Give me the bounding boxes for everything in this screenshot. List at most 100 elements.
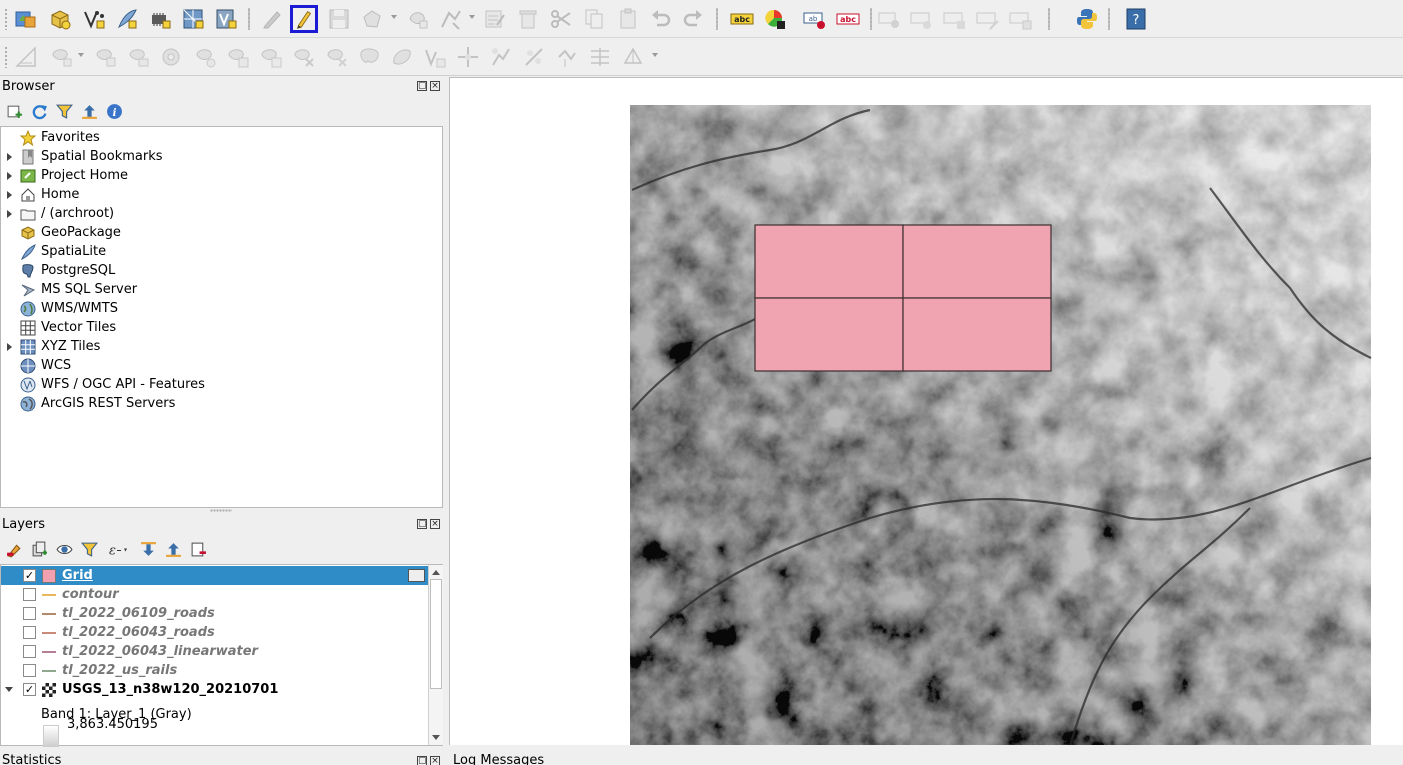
- toggle-editing-icon[interactable]: [290, 5, 318, 33]
- digitize-polygon-icon[interactable]: [358, 5, 386, 33]
- expand-arrow-icon[interactable]: [1, 209, 17, 218]
- browser-item[interactable]: / (archroot): [1, 204, 114, 223]
- rotate-point-symbols-icon[interactable]: [421, 43, 449, 71]
- merge-features-icon[interactable]: [356, 43, 384, 71]
- layer-visibility-checkbox[interactable]: [23, 588, 36, 601]
- pin-unpin-labels-icon[interactable]: abc: [834, 5, 862, 33]
- vertex-editor-icon[interactable]: [437, 5, 465, 33]
- filter-legend-icon[interactable]: [77, 539, 102, 559]
- open-data-source-manager-icon[interactable]: [12, 5, 40, 33]
- layer-visibility-checkbox[interactable]: ✓: [23, 569, 36, 582]
- save-edits-icon[interactable]: [325, 5, 353, 33]
- paste-features-icon[interactable]: [614, 5, 642, 33]
- scroll-down-icon[interactable]: [432, 735, 440, 740]
- align-features-icon[interactable]: [586, 43, 614, 71]
- browser-item[interactable]: Project Home: [1, 166, 128, 185]
- help-icon[interactable]: ?: [1122, 5, 1150, 33]
- filter-icon[interactable]: [52, 101, 77, 121]
- split-features-icon[interactable]: [290, 43, 318, 71]
- browser-item[interactable]: ArcGIS REST Servers: [1, 394, 175, 413]
- collapse-all-icon[interactable]: [77, 101, 102, 121]
- grid-cell[interactable]: [902, 224, 1052, 299]
- remove-layer-icon[interactable]: [186, 539, 211, 559]
- map-canvas[interactable]: [449, 77, 1403, 745]
- layer-visibility-checkbox[interactable]: [23, 645, 36, 658]
- rotate-label-icon[interactable]: [941, 5, 969, 33]
- browser-tree[interactable]: Favorites Spatial Bookmarks Project Home Ho…: [0, 126, 443, 508]
- collapse-all-icon[interactable]: [161, 539, 186, 559]
- scroll-up-icon[interactable]: [432, 570, 440, 575]
- layer-labeling-icon[interactable]: abc: [728, 5, 756, 33]
- layer-visibility-checkbox[interactable]: [23, 664, 36, 677]
- split-parts-icon[interactable]: [323, 43, 351, 71]
- delete-part-icon[interactable]: [192, 43, 220, 71]
- new-shapefile-layer-icon[interactable]: [80, 5, 108, 33]
- scroll-thumb[interactable]: [430, 579, 442, 689]
- expand-all-icon[interactable]: [136, 539, 161, 559]
- shape-digitize-icon[interactable]: [619, 43, 647, 71]
- expand-arrow-icon[interactable]: [1, 152, 17, 161]
- close-panel-icon[interactable]: ×: [430, 81, 440, 91]
- simplify-features-icon[interactable]: [553, 43, 581, 71]
- reshape-features-icon[interactable]: [224, 43, 252, 71]
- expand-arrow-icon[interactable]: [1, 342, 17, 351]
- layer-row[interactable]: ✓ Grid: [1, 566, 429, 585]
- splitter-handle[interactable]: [210, 509, 232, 512]
- grid-cell[interactable]: [754, 224, 904, 299]
- browser-item[interactable]: PostgreSQL: [1, 261, 115, 280]
- change-label-icon[interactable]: [974, 5, 1002, 33]
- undo-icon[interactable]: [647, 5, 675, 33]
- browser-item[interactable]: MS SQL Server: [1, 280, 137, 299]
- layers-tree[interactable]: ✓ Grid contour tl_2022_06109_roads tl_2022_0…: [0, 564, 443, 747]
- info-icon[interactable]: i: [102, 101, 127, 121]
- new-geopackage-layer-icon[interactable]: [46, 5, 74, 33]
- filter-by-expression-icon[interactable]: ε: [102, 539, 136, 559]
- layer-row[interactable]: tl_2022_06043_roads: [1, 623, 429, 642]
- collapse-arrow-icon[interactable]: [5, 687, 13, 692]
- chevron-down-icon[interactable]: [391, 15, 397, 19]
- fill-ring-icon[interactable]: [125, 43, 153, 71]
- browser-item[interactable]: Home: [1, 185, 79, 204]
- float-panel-icon[interactable]: ▢: [417, 519, 427, 529]
- chevron-down-icon[interactable]: [652, 53, 658, 57]
- new-mesh-layer-icon[interactable]: [179, 5, 207, 33]
- offset-curve-icon[interactable]: [257, 43, 285, 71]
- expand-arrow-icon[interactable]: [1, 171, 17, 180]
- layer-visibility-checkbox[interactable]: [23, 607, 36, 620]
- layer-visibility-checkbox[interactable]: ✓: [23, 683, 36, 696]
- delete-selected-icon[interactable]: [514, 5, 542, 33]
- current-edits-icon[interactable]: [258, 5, 286, 33]
- layer-row[interactable]: contour: [1, 585, 429, 604]
- chevron-down-icon[interactable]: [469, 15, 475, 19]
- add-group-icon[interactable]: [27, 539, 52, 559]
- modify-attributes-icon[interactable]: [481, 5, 509, 33]
- python-console-icon[interactable]: [1073, 5, 1101, 33]
- vertex-tool-icon[interactable]: [404, 5, 432, 33]
- grid-cell[interactable]: [902, 297, 1052, 372]
- open-layer-styling-icon[interactable]: [2, 539, 27, 559]
- cut-features-icon[interactable]: [547, 5, 575, 33]
- manage-visibility-icon[interactable]: [52, 539, 77, 559]
- browser-item[interactable]: WMS/WMTS: [1, 299, 118, 318]
- close-panel-icon[interactable]: ×: [430, 519, 440, 529]
- browser-item[interactable]: Spatial Bookmarks: [1, 147, 163, 166]
- add-part-icon[interactable]: [92, 43, 120, 71]
- add-ring-icon[interactable]: [48, 43, 76, 71]
- advanced-digitizing-icon[interactable]: [12, 43, 40, 71]
- merge-attributes-icon[interactable]: [388, 43, 416, 71]
- delete-ring-icon[interactable]: [158, 43, 186, 71]
- new-gps-layer-icon[interactable]: [212, 5, 240, 33]
- trim-extend-icon[interactable]: [520, 43, 548, 71]
- highlight-pinned-labels-icon[interactable]: ab: [801, 5, 829, 33]
- browser-item[interactable]: Favorites: [1, 128, 100, 147]
- layer-diagram-icon[interactable]: [761, 5, 789, 33]
- layers-scrollbar[interactable]: [428, 565, 443, 745]
- show-hide-labels-icon[interactable]: [876, 5, 904, 33]
- new-spatialite-layer-icon[interactable]: [113, 5, 141, 33]
- grid-cell[interactable]: [754, 297, 904, 372]
- add-selected-layers-icon[interactable]: [2, 101, 27, 121]
- layer-row[interactable]: tl_2022_us_rails: [1, 661, 429, 680]
- float-panel-icon[interactable]: ▢: [417, 756, 427, 765]
- layer-row[interactable]: tl_2022_06043_linearwater: [1, 642, 429, 661]
- copy-features-icon[interactable]: [580, 5, 608, 33]
